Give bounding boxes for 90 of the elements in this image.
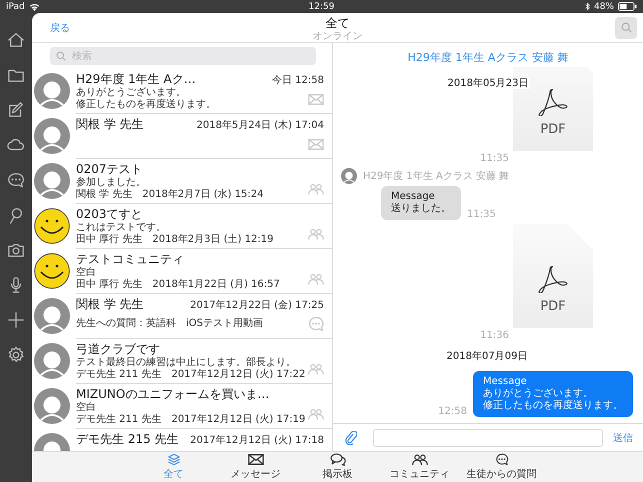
sender-name: デモ先生 211 先生	[76, 414, 162, 426]
thread-title: テストコミュニティ	[76, 252, 184, 266]
chat-dots-icon	[308, 316, 324, 332]
thread-item[interactable]: テストコミュニティ 空白 田中 厚行 先生 2018年1月22日 (月) 16:57	[32, 249, 332, 294]
attach-button[interactable]	[343, 428, 359, 446]
thread-title: 0203てすと	[76, 207, 143, 222]
layers-icon	[166, 453, 182, 466]
thread-item[interactable]: 関根 学 先生 2017年12月22日 (金) 17:25 先生への質問：英語科 iOSテスト用動画	[32, 294, 332, 339]
people-icon	[308, 183, 324, 195]
date-divider: 2018年07月09日	[446, 351, 528, 362]
wifi-icon	[28, 2, 40, 10]
bluetooth-icon	[584, 2, 590, 11]
file-type-label: PDF	[540, 299, 566, 314]
thread-title: MIZUNOのユニフォームを買いま…	[76, 387, 270, 402]
online-status: オンライン	[312, 32, 362, 42]
thread-item[interactable]: 0203てすと これはテストです。 田中 厚行 先生 2018年2月3日 (土) 12:19	[32, 204, 332, 249]
device-name: iPad	[6, 2, 25, 12]
thread-item[interactable]: 関根 学 先生 2018年5月24日 (木) 17:04	[32, 114, 332, 159]
thread-item[interactable]: MIZUNOのユニフォームを買いま… 空白 デモ先生 211 先生 2017年12月12日 (火) 17:19	[32, 384, 332, 429]
thread-time: 2017年12月12日 (火) 17:18	[190, 434, 324, 447]
thread-date: 2017年12月12日 (火) 17:22	[171, 369, 306, 381]
message-preview: テスト最終日の練習は中止にします。部長より。	[76, 357, 297, 368]
home-icon	[7, 31, 25, 49]
message-time: 11:35	[467, 209, 496, 220]
edit-icon	[7, 101, 25, 119]
message-preview: 空白	[76, 402, 96, 414]
message-preview: これはテストです。	[76, 222, 167, 234]
thread-date: 2018年2月3日 (土) 12:19	[152, 234, 274, 246]
tab-item[interactable]: メッセージ	[214, 452, 296, 482]
message-bubble: Message 送りました。	[381, 186, 461, 220]
battery-percent: 48%	[594, 2, 614, 12]
search-button[interactable]	[615, 16, 637, 38]
sender-name: デモ先生 211 先生	[76, 369, 162, 381]
thread-date: 2018年1月22日 (月) 16:57	[152, 279, 280, 291]
thread-item[interactable]: 弓道クラブです テスト最終日の練習は中止にします。部長より。 デモ先生 211 先生 2017年12月12日 (火) 17:22	[32, 339, 332, 384]
thread-time: 2017年12月22日 (金) 17:25	[190, 299, 324, 312]
clock-time: 12:59	[308, 2, 334, 12]
chat-title: H29年度 1年生 Aクラス 安藤 舞	[408, 51, 568, 64]
avatar-placeholder	[341, 168, 357, 184]
thread-date: 2017年12月12日 (火) 17:19	[171, 414, 306, 426]
people-icon	[308, 273, 324, 285]
thread-title: H29年度 1年生 Aク…	[76, 72, 196, 87]
file-type-label: PDF	[540, 122, 566, 137]
people-icon	[412, 453, 428, 466]
paperclip-icon	[345, 430, 357, 444]
thread-time: 今日 12:58	[272, 74, 324, 87]
tab-item[interactable]: コミュニティ	[378, 452, 460, 482]
thread-item[interactable]: 0207テスト 参加しました。 関根 学 先生 2018年2月7日 (水) 15:24	[32, 159, 332, 204]
envelope-icon	[308, 94, 324, 104]
sender-name: 田中 厚行 先生	[76, 279, 142, 291]
message-time: 12:58	[438, 406, 467, 417]
message-time: 11:35	[480, 153, 509, 164]
camera-icon	[7, 241, 25, 259]
search-icon	[56, 51, 66, 61]
thread-date: 2018年2月7日 (水) 15:24	[142, 189, 264, 201]
sender-name: 田中 厚行 先生	[76, 234, 142, 246]
chat-icon	[7, 171, 25, 189]
map-pin-icon	[7, 206, 25, 224]
message-preview: 空白	[76, 267, 97, 278]
people-icon	[308, 228, 324, 240]
tab-item[interactable]: 掲示板	[296, 452, 378, 482]
people-icon	[308, 408, 324, 420]
people-icon	[308, 363, 324, 375]
file-attachment[interactable]: PDF	[513, 224, 593, 328]
thread-title: 0207テスト	[76, 162, 143, 176]
search-icon	[620, 22, 632, 33]
envelope-icon	[308, 138, 324, 150]
thread-time: 2018年5月24日 (木) 17:04	[196, 118, 324, 132]
sender-name: 関根 学 先生	[76, 189, 132, 201]
message-preview: 先生への質問：英語科 iOSテスト用動画	[76, 318, 264, 330]
thread-item[interactable]: H29年度 1年生 Aク… 今日 12:58 ありがとうございます。 修正したものを再度送ります。	[32, 69, 332, 114]
message-input[interactable]	[373, 428, 603, 446]
chat-dots-icon	[494, 453, 510, 466]
settings-icon	[7, 346, 25, 364]
thread-title: 関根 学 先生	[76, 297, 144, 312]
message-preview: 参加しました。	[76, 177, 147, 188]
header-title: 全て	[326, 15, 350, 32]
envelope-icon	[248, 453, 264, 466]
speech-bubbles-icon	[330, 453, 346, 466]
battery-icon	[618, 2, 637, 11]
message-time: 11:36	[480, 330, 509, 341]
sender-name: H29年度 1年生 Aクラス 安藤 舞	[363, 170, 510, 183]
message-preview: ありがとうございます。 修正したものを再度送ります。	[76, 87, 217, 111]
plus-icon	[7, 311, 25, 329]
back-button[interactable]: 戻る	[48, 18, 72, 36]
thread-title: 関根 学 先生	[76, 117, 144, 132]
thread-title: デモ先生 215 先生	[76, 432, 179, 447]
tab-item[interactable]: 生徒からの質問	[460, 452, 542, 482]
thread-title: 弓道クラブです	[76, 342, 160, 356]
message-bubble: Message ありがとうございます。 修正したものを再度送ります。	[473, 371, 633, 417]
